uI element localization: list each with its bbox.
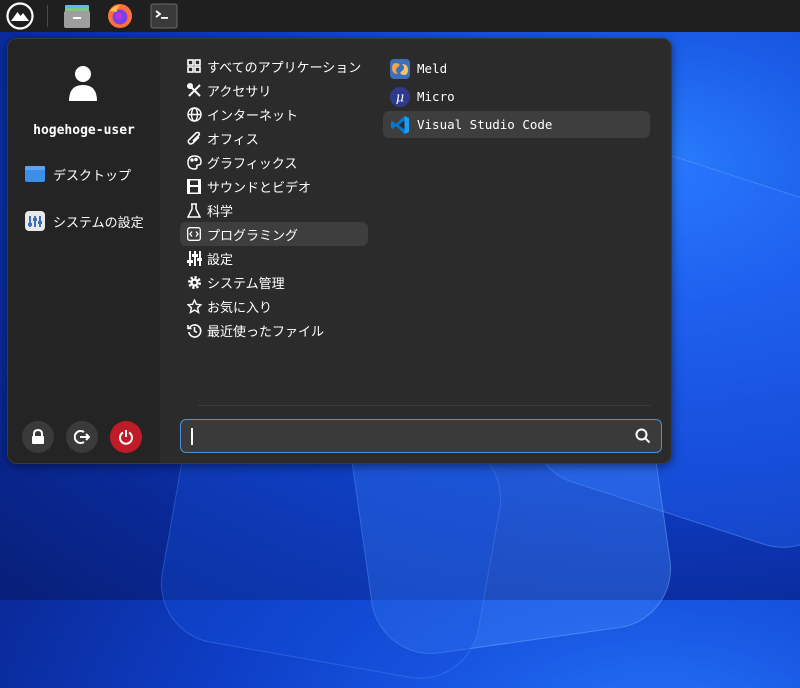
panel-separator (47, 5, 48, 27)
sidebar-item-label: システムの設定 (53, 215, 144, 231)
category-label: 科学 (207, 204, 234, 220)
file-manager-launcher[interactable] (60, 2, 94, 30)
micro-icon: μ (390, 86, 410, 107)
category-office[interactable]: オフィス (180, 126, 368, 150)
category-favorites[interactable]: お気に入り (180, 294, 368, 318)
film-icon (186, 178, 202, 194)
category-label: プログラミング (207, 228, 299, 244)
category-label: グラフィックス (207, 156, 298, 172)
category-graphics[interactable]: グラフィックス (180, 150, 368, 174)
category-label: サウンドとビデオ (207, 180, 312, 196)
app-label: Micro (417, 89, 455, 104)
distro-logo-icon (6, 2, 34, 30)
history-icon (186, 322, 202, 338)
category-system[interactable]: システム管理 (180, 270, 368, 294)
logout-button[interactable] (66, 421, 98, 453)
settings-manager-icon (25, 211, 45, 231)
app-visual-studio-code[interactable]: Visual Studio Code (383, 111, 650, 138)
category-settings[interactable]: 設定 (180, 246, 368, 270)
file-manager-icon (64, 5, 90, 28)
category-recent-files[interactable]: 最近使ったファイル (180, 318, 368, 342)
sidebar-item-system-settings[interactable]: システムの設定 (25, 208, 144, 234)
app-meld[interactable]: Meld (383, 55, 650, 82)
tools-icon (186, 82, 202, 98)
search-box[interactable] (180, 419, 662, 454)
category-label: オフィス (207, 132, 259, 148)
grid-icon (186, 58, 202, 74)
logout-icon (74, 430, 90, 444)
category-label: 最近使ったファイル (207, 324, 325, 340)
divider (198, 405, 651, 406)
whisker-menu-button[interactable] (4, 2, 36, 30)
firefox-icon (108, 4, 132, 28)
meld-icon (390, 58, 410, 79)
avatar (69, 66, 97, 101)
app-label: Meld (417, 61, 448, 76)
application-menu: hogehoge-user デスクトップ システムの設定 すべてのアプリケーショ… (7, 38, 672, 464)
vscode-icon (390, 115, 410, 135)
category-label: 設定 (207, 252, 234, 268)
flask-icon (186, 202, 202, 218)
menu-sidebar: hogehoge-user デスクトップ システムの設定 (8, 39, 160, 463)
search-input[interactable] (189, 420, 623, 454)
category-all-applications[interactable]: すべてのアプリケーション (180, 54, 368, 78)
palette-icon (186, 154, 202, 170)
svg-text:μ: μ (396, 90, 404, 105)
category-label: アクセサリ (207, 84, 272, 100)
gear-icon (186, 274, 202, 290)
desktop-folder-icon (25, 164, 45, 184)
sidebar-item-label: デスクトップ (53, 168, 132, 184)
lock-icon (32, 429, 44, 444)
app-micro[interactable]: μ Micro (383, 83, 650, 110)
firefox-launcher[interactable] (104, 2, 136, 30)
category-label: お気に入り (207, 300, 273, 316)
category-label: すべてのアプリケーション (207, 60, 362, 76)
category-accessories[interactable]: アクセサリ (180, 78, 368, 102)
category-science[interactable]: 科学 (180, 198, 368, 222)
globe-icon (186, 106, 202, 122)
username: hogehoge-user (33, 123, 135, 138)
text-caret (191, 428, 193, 445)
search-icon[interactable] (635, 428, 651, 444)
category-label: インターネット (207, 108, 299, 124)
code-icon (186, 226, 202, 242)
power-button[interactable] (110, 421, 142, 453)
sidebar-item-desktop[interactable]: デスクトップ (25, 161, 131, 187)
category-programming[interactable]: プログラミング (180, 222, 368, 246)
star-icon (186, 298, 202, 314)
paperclip-icon (186, 130, 202, 146)
sliders-icon (186, 250, 202, 266)
category-label: システム管理 (207, 276, 285, 292)
category-internet[interactable]: インターネット (180, 102, 368, 126)
lock-screen-button[interactable] (22, 421, 54, 453)
top-panel (0, 0, 800, 32)
category-sound-video[interactable]: サウンドとビデオ (180, 174, 368, 198)
terminal-launcher[interactable] (148, 2, 180, 30)
terminal-icon (150, 3, 178, 29)
app-label: Visual Studio Code (417, 117, 553, 132)
power-icon (119, 430, 133, 445)
